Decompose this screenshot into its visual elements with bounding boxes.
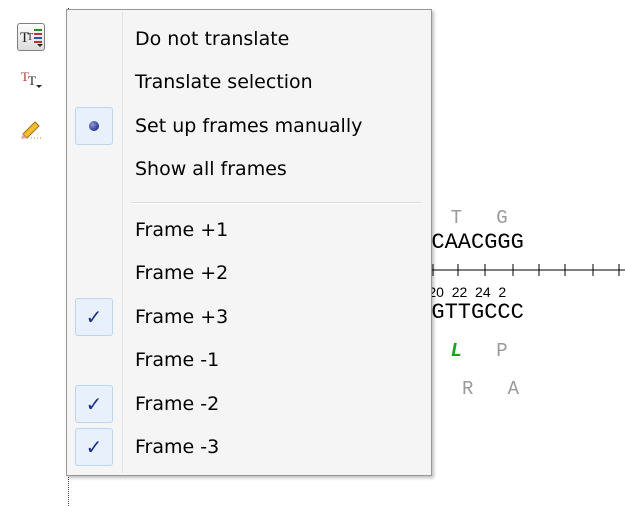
radio-indicator [75,107,113,145]
menu-item-frame-minus-1[interactable]: Frame -1 [67,340,431,380]
radio-selected-icon [89,121,99,131]
checkmark-icon: ✓ [85,305,103,329]
menu-item-set-up-frames-manually[interactable]: Set up frames manually [67,106,431,146]
menu-item-label: Set up frames manually [135,115,363,137]
svg-text:T: T [28,73,36,88]
svg-text:T: T [27,32,33,43]
position-ruler [405,264,625,276]
menu-item-label: Translate selection [135,71,313,93]
menu-item-label: Frame -1 [135,349,220,371]
menu-item-translate-selection[interactable]: Translate selection [67,62,431,102]
translate-mode-button[interactable]: T T [17,23,45,51]
translate-frames-icon: T T [20,29,43,47]
vertical-toolbar: T T T T [0,0,70,506]
menu-item-label: Frame -2 [135,393,220,415]
menu-item-do-not-translate[interactable]: Do not translate [67,19,431,59]
menu-item-frame-plus-1[interactable]: Frame +1 [67,210,431,250]
sequence-view: A T G TGCAACGGG 18 20 22 24 2 ACGTTGCCC … [405,190,625,430]
menu-item-label: Do not translate [135,28,290,50]
menu-item-frame-minus-3[interactable]: ✓ Frame -3 [67,427,431,467]
check-indicator: ✓ [75,298,113,336]
edit-button[interactable] [17,114,45,142]
menu-item-label: Show all frames [135,158,287,180]
amino-acid-p: P [462,340,508,362]
menu-item-label: Frame +3 [135,306,229,328]
menu-divider [131,202,423,204]
check-indicator: ✓ [75,385,113,423]
menu-item-frame-plus-2[interactable]: Frame +2 [67,253,431,293]
translate-selection-button[interactable]: T T [17,64,45,92]
menu-item-frame-plus-3[interactable]: ✓ Frame +3 [67,297,431,337]
menu-item-label: Frame +2 [135,262,229,284]
menu-item-show-all-frames[interactable]: Show all frames [67,149,431,189]
menu-item-label: Frame +1 [135,219,229,241]
pencil-icon [21,121,41,139]
check-indicator: ✓ [75,428,113,466]
menu-item-frame-minus-2[interactable]: ✓ Frame -2 [67,384,431,424]
checkmark-icon: ✓ [85,435,103,459]
checkmark-icon: ✓ [85,392,103,416]
translation-menu: Do not translate Translate selection Set… [66,9,432,476]
amino-acid-l: L [450,340,463,362]
translate-text-icon: T T [21,69,42,88]
menu-item-label: Frame -3 [135,436,220,458]
